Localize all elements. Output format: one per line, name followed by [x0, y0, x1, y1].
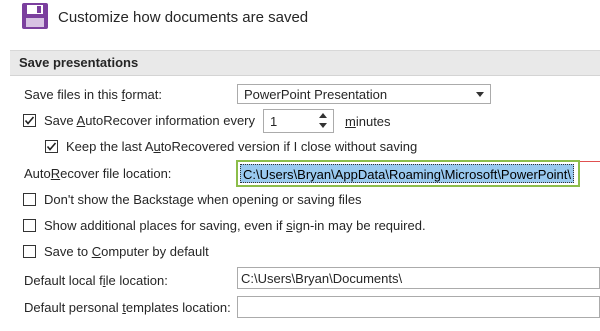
floppy-disk-icon [22, 3, 48, 29]
default-local-value: C:\Users\Bryan\Documents\ [241, 271, 403, 286]
default-local-label: Default local file location: [24, 273, 168, 288]
section-divider [10, 75, 600, 76]
autorecover-location-input[interactable]: C:\Users\Bryan\AppData\Roaming\Microsoft… [236, 160, 580, 187]
default-local-input[interactable]: C:\Users\Bryan\Documents\ [237, 267, 600, 289]
autorecover-location-label: AutoRecover file location: [24, 166, 172, 181]
checkmark-icon [46, 142, 57, 151]
backstage-checkbox[interactable] [23, 193, 36, 206]
additional-places-label: Show additional places for saving, even … [44, 218, 426, 233]
save-computer-label: Save to Computer by default [44, 244, 209, 259]
autorecover-checkbox[interactable] [23, 114, 36, 127]
autorecover-label: Save AutoRecover information every [44, 113, 256, 128]
keep-last-label: Keep the last AutoRecovered version if I… [66, 139, 418, 154]
default-templates-input[interactable] [237, 296, 600, 318]
checkmark-icon [24, 116, 35, 125]
spin-up-icon[interactable] [319, 113, 327, 118]
spin-down-icon[interactable] [319, 123, 327, 128]
additional-places-checkbox[interactable] [23, 219, 36, 232]
section-title: Save presentations [19, 55, 139, 70]
save-computer-checkbox[interactable] [23, 245, 36, 258]
autorecover-location-value: C:\Users\Bryan\AppData\Roaming\Microsoft… [240, 164, 575, 183]
section-header: Save presentations [10, 50, 600, 75]
autorecover-minutes-stepper[interactable]: 1 [263, 109, 334, 133]
chevron-down-icon [476, 92, 484, 97]
minutes-label: minutes [345, 114, 391, 129]
default-templates-label: Default personal templates location: [24, 300, 231, 315]
highlight-line [580, 161, 600, 162]
page-title: Customize how documents are saved [58, 9, 309, 26]
autorecover-minutes-value: 1 [270, 114, 278, 129]
save-format-dropdown[interactable]: PowerPoint Presentation [237, 84, 491, 104]
save-format-label: Save files in this format: [24, 87, 163, 102]
backstage-label: Don't show the Backstage when opening or… [44, 192, 362, 207]
save-format-value: PowerPoint Presentation [244, 87, 388, 102]
keep-last-checkbox[interactable] [45, 140, 58, 153]
